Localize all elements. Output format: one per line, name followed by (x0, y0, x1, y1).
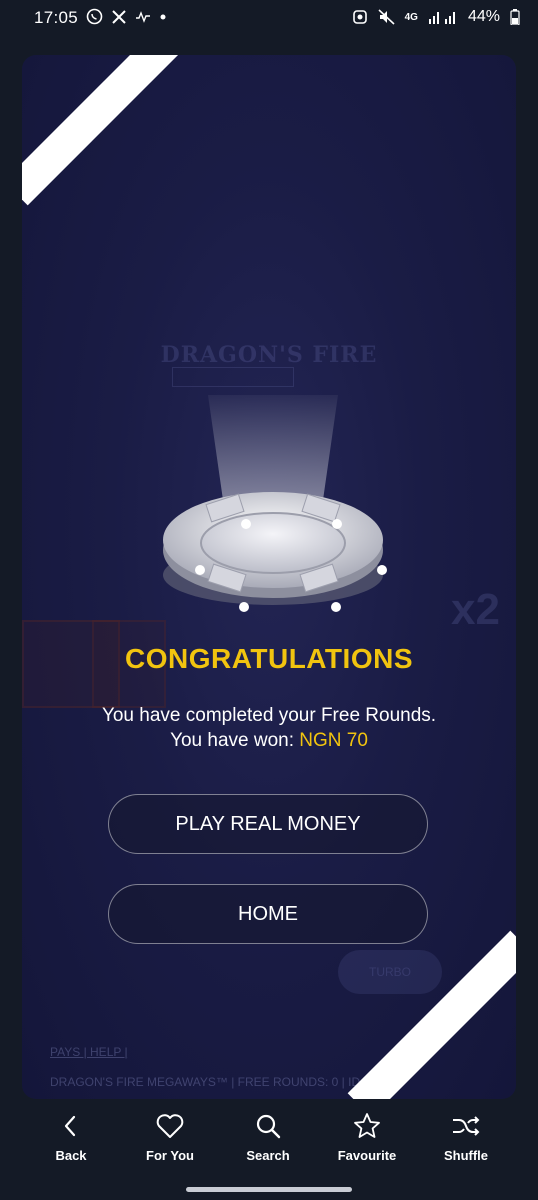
casino-chip-icon (148, 385, 398, 615)
x-icon (112, 9, 126, 24)
game-background-badge (172, 367, 294, 387)
nav-label: Shuffle (443, 1148, 489, 1163)
shuffle-icon (453, 1116, 480, 1136)
battery-level: 44% (467, 8, 500, 25)
system-icons: 4G 44% (352, 8, 520, 26)
dot-icon (160, 14, 166, 19)
voicemail-icon (136, 10, 150, 23)
chevron-left-icon (64, 1115, 76, 1137)
nav-label: Favourite (337, 1148, 397, 1163)
status-bar: 17:05 4G 44% (0, 0, 538, 36)
star-icon (354, 1113, 380, 1138)
whatsapp-icon (86, 8, 103, 25)
nav-search[interactable]: Search (223, 1112, 313, 1163)
popup-title: CONGRATULATIONS (125, 643, 413, 674)
home-button[interactable]: HOME (108, 884, 428, 944)
notification-icons (86, 8, 167, 25)
game-frame: DRAGON'S FIRE x2 TURBO PAYS | HELP | DRA… (22, 55, 516, 1099)
corner-ribbon-top-left (22, 55, 191, 206)
nav-label: For You (146, 1148, 194, 1163)
network-type: 4G (404, 11, 418, 23)
signal-icon (428, 12, 455, 24)
nav-label: Search (246, 1148, 290, 1163)
recycle-icon (352, 10, 367, 24)
game-background-multiplier: x2 (451, 585, 500, 634)
won-amount: NGN 70 (299, 730, 368, 751)
game-background-title: DRAGON'S FIRE (160, 342, 378, 368)
won-prefix: You have won: (170, 730, 300, 751)
nav-back[interactable]: Back (26, 1112, 116, 1163)
bottom-navigation: Back For You Search Favourite Shuffle (0, 1104, 538, 1180)
mute-icon (378, 9, 395, 25)
battery-icon (510, 9, 520, 25)
nav-label: Back (55, 1148, 87, 1163)
game-background-turbo: TURBO (338, 950, 442, 994)
popup-message-completed: You have completed your Free Rounds. (101, 705, 437, 726)
play-real-money-button[interactable]: PLAY REAL MONEY (108, 794, 428, 854)
status-time: 17:05 (34, 8, 79, 27)
nav-favourite[interactable]: Favourite (322, 1112, 412, 1163)
home-indicator[interactable] (186, 1187, 352, 1192)
search-icon (256, 1114, 281, 1139)
game-background-links: PAYS | HELP | (50, 1045, 128, 1059)
popup-message-won: You have won: NGN 70 (22, 730, 516, 752)
heart-icon (156, 1114, 184, 1138)
nav-for-you[interactable]: For You (125, 1112, 215, 1163)
game-background-footer: DRAGON'S FIRE MEGAWAYS™ | FREE ROUNDS: 0… (50, 1075, 374, 1089)
nav-shuffle[interactable]: Shuffle (421, 1112, 511, 1163)
